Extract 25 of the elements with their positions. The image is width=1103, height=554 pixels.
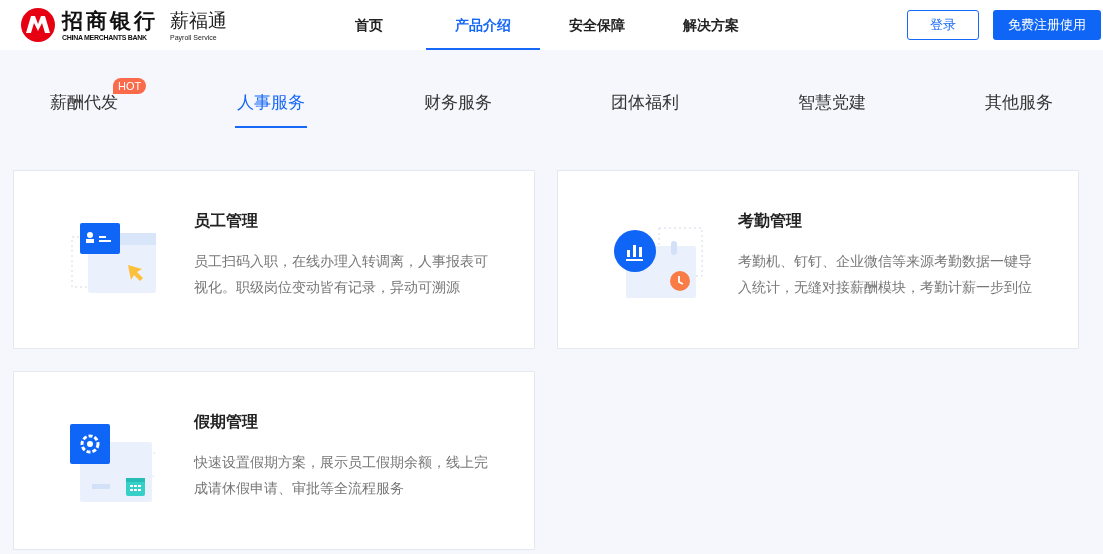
card-description: 快速设置假期方案，展示员工假期余额，线上完成请休假申请、审批等全流程服务 xyxy=(194,454,489,498)
gear-calendar-icon xyxy=(70,424,155,504)
bank-logo-icon xyxy=(20,7,56,43)
category-tab[interactable]: 团体福利 xyxy=(609,90,681,128)
card-title: 员工管理 xyxy=(194,211,259,231)
nav-link[interactable]: 产品介绍 xyxy=(426,0,540,50)
card-description: 员工扫码入职，在线办理入转调离，人事报表可视化。职级岗位变动皆有记录，异动可溯源 xyxy=(194,253,489,297)
service-card[interactable]: 假期管理 快速设置假期方案，展示员工假期余额，线上完成请休假申请、审批等全流程服务 xyxy=(13,371,535,550)
card-description: 考勤机、钉钉、企业微信等来源考勤数据一键导入统计，无缝对接薪酬模块，考勤计薪一步到位 xyxy=(738,253,1033,297)
card-title: 假期管理 xyxy=(194,412,259,432)
service-card[interactable]: 考勤管理 考勤机、钉钉、企业微信等来源考勤数据一键导入统计，无缝对接薪酬模块，考勤计薪一步到位 xyxy=(557,170,1079,349)
service-card[interactable]: 员工管理 员工扫码入职，在线办理入转调离，人事报表可视化。职级岗位变动皆有记录，异动可溯源 xyxy=(13,170,535,349)
nav-link[interactable]: 首页 xyxy=(312,0,426,50)
login-button[interactable]: 登录 xyxy=(907,10,979,40)
hot-badge: HOT xyxy=(113,78,147,94)
category-tab[interactable]: 其他服务 xyxy=(983,90,1055,128)
register-button[interactable]: 免费注册使用 xyxy=(993,10,1101,40)
nav-link[interactable]: 安全保障 xyxy=(540,0,654,50)
category-tab[interactable]: 财务服务 xyxy=(422,90,494,128)
product-name: 薪福通 xyxy=(170,8,227,33)
bank-name: 招商银行 xyxy=(62,8,158,33)
category-tab[interactable]: 人事服务 xyxy=(235,90,307,128)
card-title: 考勤管理 xyxy=(738,211,803,231)
category-tab[interactable]: 智慧党建 xyxy=(796,90,868,128)
nav-link[interactable]: 解决方案 xyxy=(654,0,768,50)
